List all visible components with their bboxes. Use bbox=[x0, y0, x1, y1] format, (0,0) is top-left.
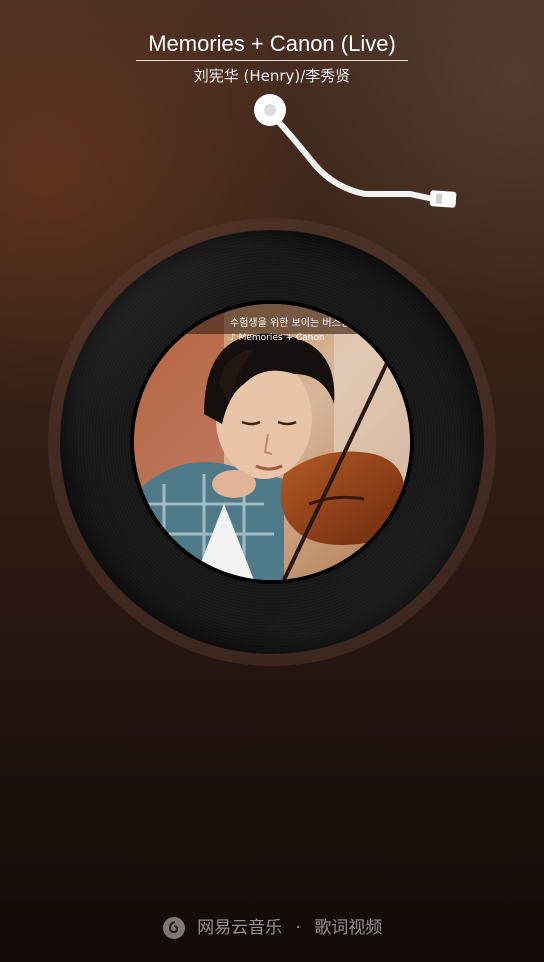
footer-brand: 网易云音乐 bbox=[197, 918, 283, 938]
song-header: Memories + Canon (Live) 刘宪华 (Henry)/李秀贤 bbox=[0, 28, 544, 86]
album-cover-image: 수험생을 위한 보이는 버스킹 ♪ Memories + Canon bbox=[134, 304, 410, 580]
song-title: Memories + Canon (Live) bbox=[136, 28, 408, 61]
footer-watermark: 网易云音乐 · 歌词视频 bbox=[0, 914, 544, 942]
cover-track-text: ♪ Memories + Canon bbox=[230, 333, 325, 343]
tonearm-icon bbox=[254, 94, 457, 208]
record-disc[interactable]: 수험생을 위한 보이는 버스킹 ♪ Memories + Canon bbox=[48, 218, 496, 666]
vinyl-record: 수험생을 위한 보이는 버스킹 ♪ Memories + Canon bbox=[60, 230, 484, 654]
song-artist[interactable]: 刘宪华 (Henry)/李秀贤 bbox=[0, 65, 544, 86]
footer-label: 歌词视频 bbox=[314, 918, 383, 938]
netease-cloud-music-logo-icon bbox=[162, 917, 185, 939]
album-cover: 수험생을 위한 보이는 버스킹 ♪ Memories + Canon bbox=[130, 300, 414, 584]
cover-banner-text: 수험생을 위한 보이는 버스킹 bbox=[230, 316, 350, 329]
footer-separator: · bbox=[295, 918, 301, 938]
